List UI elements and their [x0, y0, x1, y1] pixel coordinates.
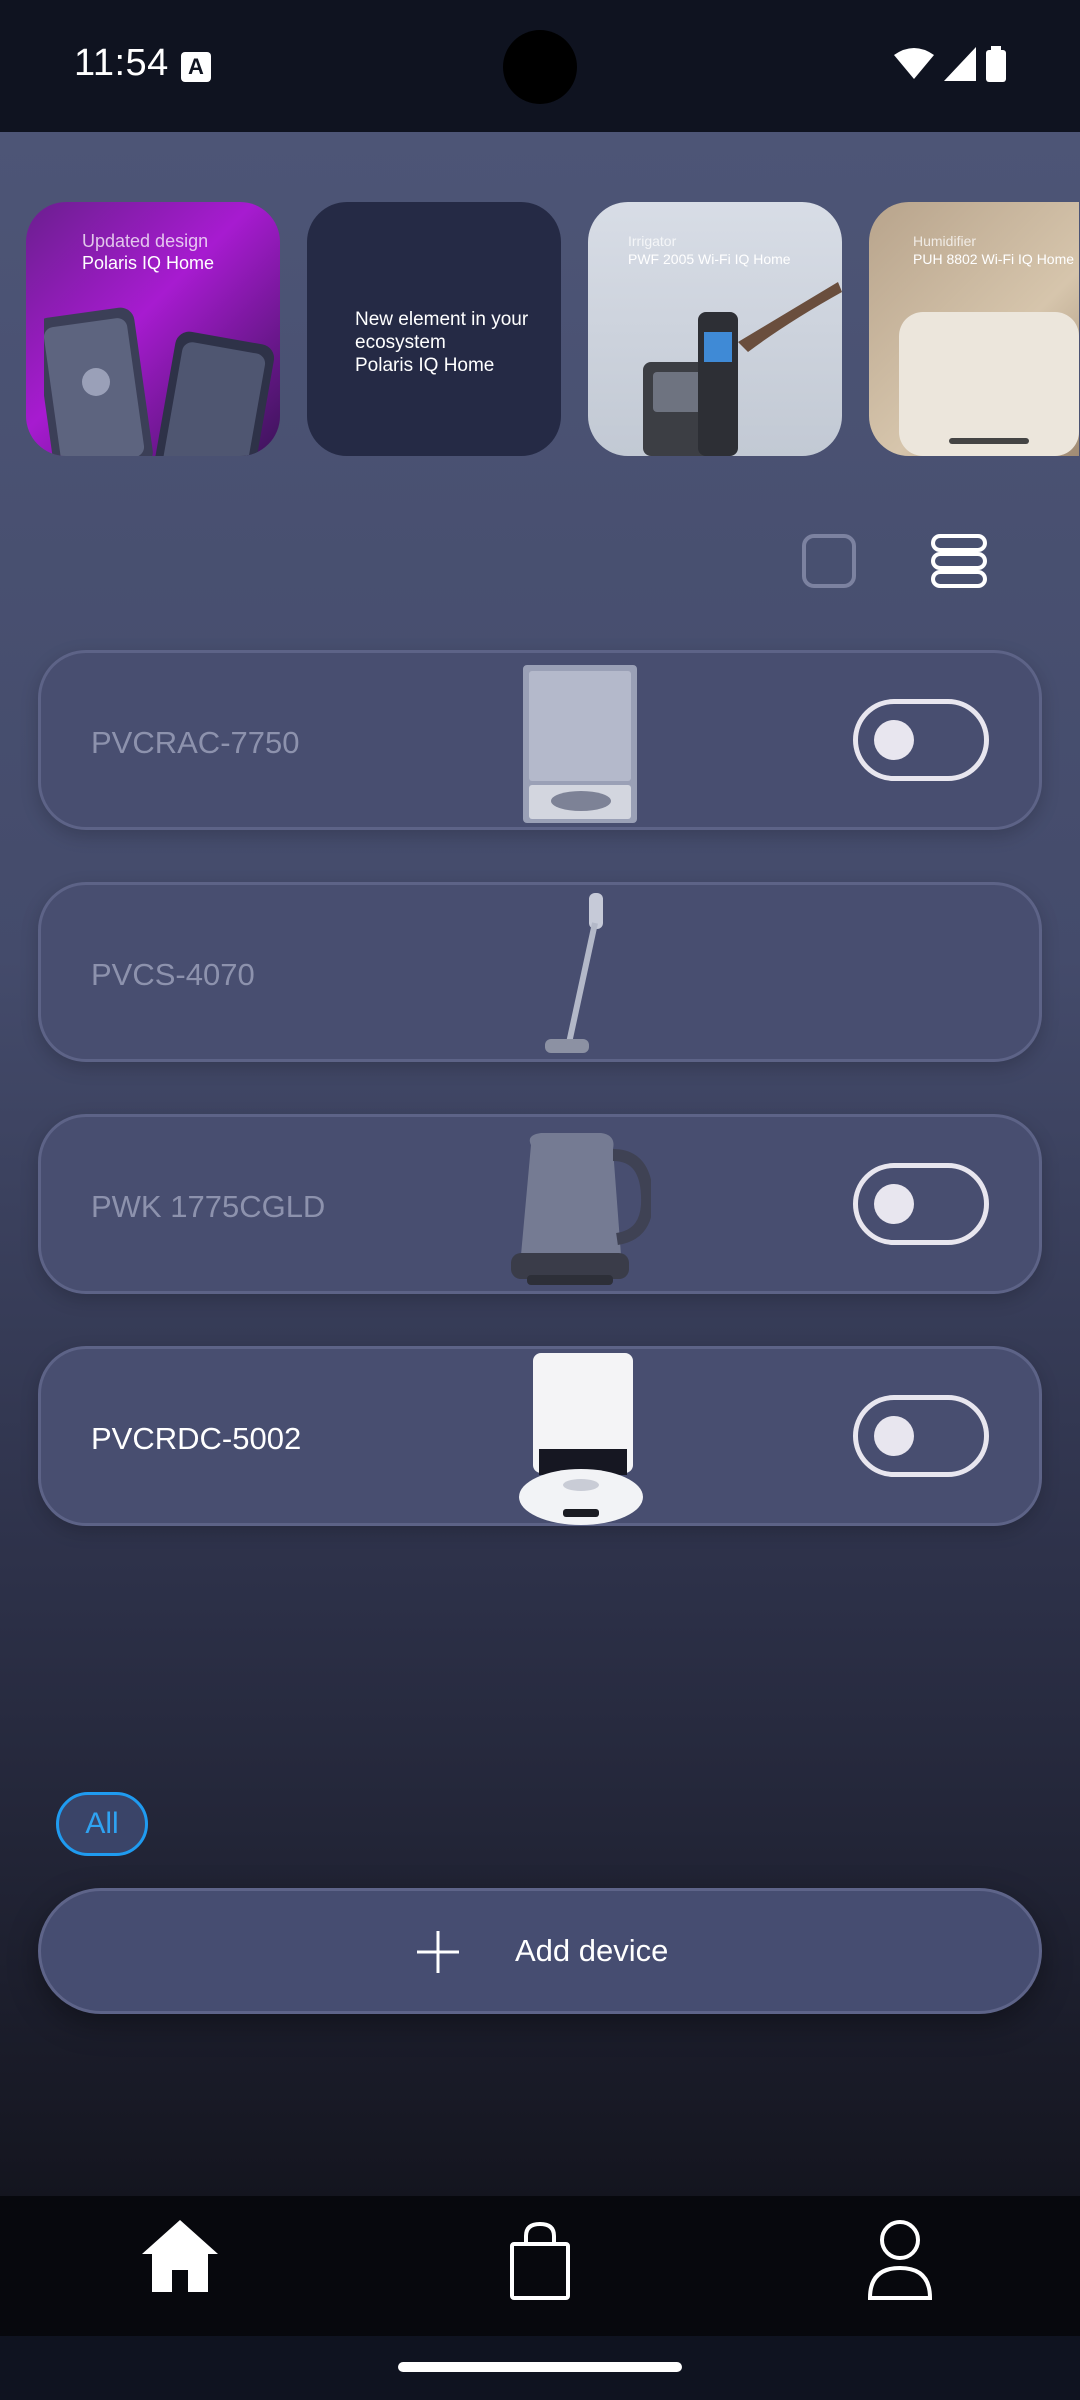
toggle-knob [874, 720, 914, 760]
device-name: PVCRDC-5002 [91, 1421, 302, 1456]
wifi-icon [894, 48, 934, 79]
device-card[interactable]: PVCS-4070 [38, 882, 1042, 1062]
story-text: New element in your ecosystem Polaris IQ… [355, 308, 545, 377]
stick-vacuum-image [545, 893, 603, 1053]
device-name: PVCRAC-7750 [91, 725, 300, 760]
bottom-navigation [0, 2196, 1080, 2336]
device-name: PWK 1775CGLD [91, 1189, 326, 1224]
shopping-bag-icon [510, 2221, 570, 2300]
story-text: Humidifier PUH 8802 Wi-Fi IQ Home [913, 232, 1079, 268]
robot-vacuum-station-image [523, 665, 637, 823]
list-view-icon[interactable] [930, 532, 988, 590]
kettle-image [511, 1133, 651, 1285]
story-subtitle: Polaris IQ Home [355, 355, 495, 376]
story-title: New element in your ecosystem [355, 309, 529, 353]
nav-profile[interactable] [830, 2196, 970, 2336]
stories-carousel[interactable]: Updated design Polaris IQ Home New eleme… [26, 202, 1079, 456]
story-subtitle: PWF 2005 Wi-Fi IQ Home [628, 251, 791, 267]
app-screen: 11:54 A Updated design Polaris IQ Home N… [0, 0, 1080, 2400]
device-power-toggle[interactable] [853, 699, 989, 781]
battery-icon [986, 46, 1006, 82]
home-indicator[interactable] [398, 2362, 682, 2372]
notification-icon: A [181, 52, 211, 82]
device-power-toggle[interactable] [853, 1395, 989, 1477]
camera-cutout [503, 30, 577, 104]
home-icon [142, 2220, 218, 2292]
device-card[interactable]: PVCRAC-7750 [38, 650, 1042, 830]
story-card[interactable]: Irrigator PWF 2005 Wi-Fi IQ Home [588, 202, 842, 456]
story-title: Irrigator [628, 233, 677, 249]
grid-view-icon[interactable] [802, 534, 856, 588]
status-icons [894, 46, 1006, 82]
profile-icon [867, 2220, 933, 2300]
story-title: Updated design [82, 231, 209, 251]
nav-home[interactable] [110, 2196, 250, 2336]
story-subtitle: PUH 8802 Wi-Fi IQ Home [913, 251, 1075, 267]
story-card[interactable]: New element in your ecosystem Polaris IQ… [307, 202, 561, 456]
status-time: 11:54 [74, 42, 169, 84]
nav-shop[interactable] [470, 2196, 610, 2336]
device-card[interactable]: PVCRDC-5002 [38, 1346, 1042, 1526]
story-card[interactable]: Humidifier PUH 8802 Wi-Fi IQ Home [869, 202, 1079, 456]
status-bar: 11:54 A [0, 0, 1080, 132]
story-subtitle: Polaris IQ Home [82, 253, 215, 273]
signal-icon [944, 47, 976, 81]
story-text: Updated design Polaris IQ Home [82, 230, 272, 274]
toggle-knob [874, 1416, 914, 1456]
story-title: Humidifier [913, 233, 977, 249]
story-card[interactable]: Updated design Polaris IQ Home [26, 202, 280, 456]
gesture-area [0, 2336, 1080, 2400]
device-power-toggle[interactable] [853, 1163, 989, 1245]
add-device-button[interactable]: Add device [38, 1888, 1042, 2014]
filter-chip-all[interactable]: All [56, 1792, 148, 1856]
main-content: Updated design Polaris IQ Home New eleme… [0, 132, 1080, 2196]
device-name: PVCS-4070 [91, 957, 255, 992]
plus-icon [417, 1931, 459, 1973]
toggle-knob [874, 1184, 914, 1224]
phone-mockup-image [44, 307, 274, 456]
robot-vacuum-dock-image [519, 1353, 643, 1525]
device-card[interactable]: PWK 1775CGLD [38, 1114, 1042, 1294]
story-text: Irrigator PWF 2005 Wi-Fi IQ Home [628, 232, 818, 268]
add-device-label: Add device [515, 1933, 669, 1968]
